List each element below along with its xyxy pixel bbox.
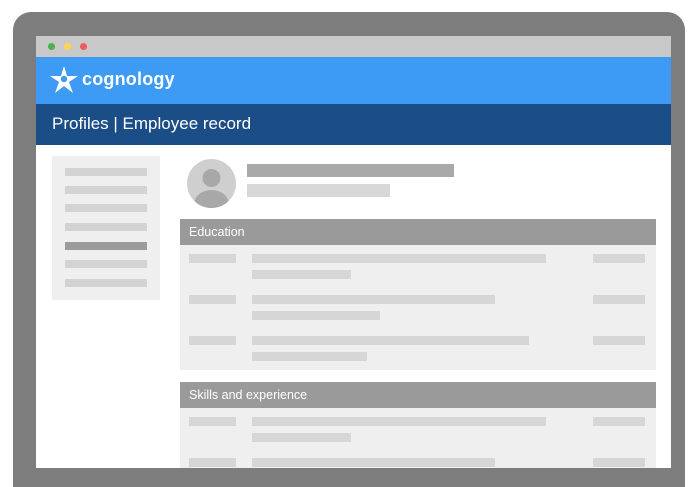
row-subtitle-placeholder (252, 311, 380, 320)
sidebar (52, 156, 160, 300)
app-bar: cognology (36, 57, 671, 104)
skills-list (180, 408, 656, 468)
sidebar-item[interactable] (65, 223, 147, 231)
education-list (180, 245, 656, 370)
row-action-placeholder[interactable] (593, 458, 645, 467)
section-title: Education (189, 225, 245, 239)
row-title-placeholder (252, 254, 546, 263)
row-date-placeholder (189, 254, 236, 263)
sidebar-item[interactable] (65, 204, 147, 212)
window-titlebar (36, 36, 671, 57)
row-title-placeholder (252, 458, 495, 467)
row-date-placeholder (189, 417, 236, 426)
section-title: Skills and experience (189, 388, 308, 402)
row-action-placeholder[interactable] (593, 417, 645, 426)
row-title-placeholder (252, 417, 546, 426)
row-action-placeholder[interactable] (593, 254, 645, 263)
row-subtitle-placeholder (252, 270, 351, 279)
row-action-placeholder[interactable] (593, 336, 645, 345)
row-action-placeholder[interactable] (593, 295, 645, 304)
brand-name[interactable]: cognology (82, 69, 175, 90)
sidebar-item[interactable] (65, 168, 147, 176)
row-date-placeholder (189, 295, 236, 304)
section-header-education[interactable]: Education (180, 219, 656, 245)
sidebar-item[interactable] (65, 260, 147, 268)
sidebar-item[interactable] (65, 279, 147, 287)
row-title-placeholder (252, 336, 529, 345)
sidebar-item-active[interactable] (65, 242, 147, 250)
page-title: Profiles | Employee record (52, 114, 252, 133)
profile-name-placeholder (247, 164, 454, 177)
app-window: cognology Profiles | Employee record Edu… (36, 36, 671, 468)
window-maximize-button[interactable] (48, 43, 55, 50)
user-avatar-icon[interactable] (187, 159, 236, 208)
row-date-placeholder (189, 458, 236, 467)
row-date-placeholder (189, 336, 236, 345)
window-minimize-button[interactable] (64, 43, 71, 50)
section-header-skills[interactable]: Skills and experience (180, 382, 656, 408)
sidebar-item[interactable] (65, 186, 147, 194)
profile-subtitle-placeholder (247, 184, 390, 197)
cognology-logo-icon[interactable] (48, 64, 80, 96)
row-title-placeholder (252, 295, 495, 304)
page-header: Profiles | Employee record (36, 104, 671, 145)
row-subtitle-placeholder (252, 352, 367, 361)
window-close-button[interactable] (80, 43, 87, 50)
row-subtitle-placeholder (252, 433, 351, 442)
